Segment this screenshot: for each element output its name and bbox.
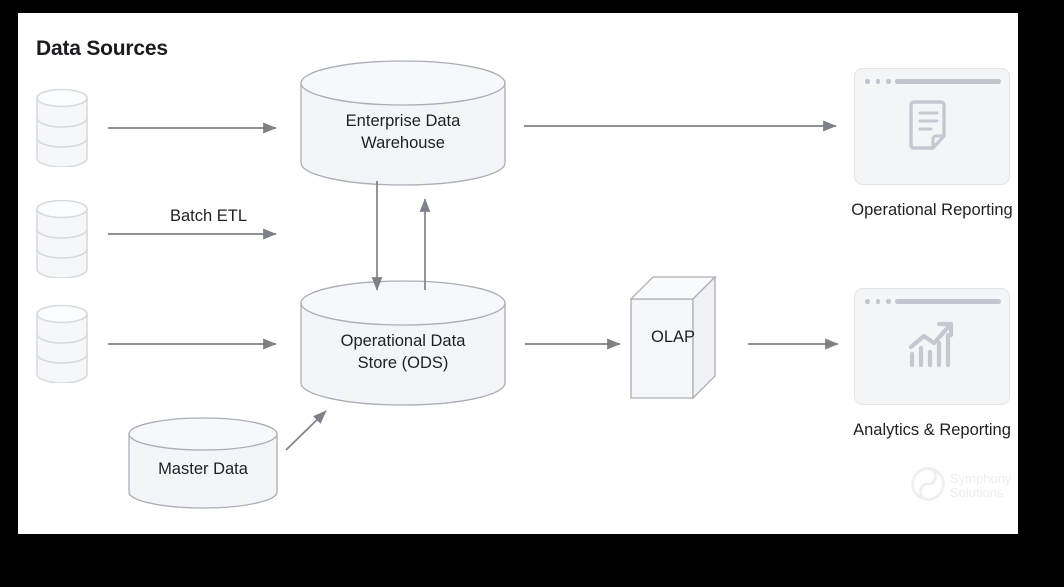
bar-chart-icon [855, 319, 1009, 371]
olap-label: OLAP [650, 328, 696, 346]
svg-text:Symphony: Symphony [950, 471, 1012, 486]
document-icon [855, 99, 1009, 153]
symphony-solutions-watermark: Symphony Solutions [910, 463, 1014, 507]
window-dots [865, 79, 891, 84]
source-database-2 [36, 200, 88, 278]
diagram-canvas: Data Sources Enterprise Data Warehouse O… [18, 13, 1018, 534]
node-olap: OLAP [630, 276, 732, 400]
window-address-bar [895, 299, 1001, 304]
arrow-masterdata-to-ods [285, 410, 327, 451]
card-operational-reporting [854, 68, 1010, 185]
screenshot-frame: Data Sources Enterprise Data Warehouse O… [0, 0, 1064, 587]
card-analytics-reporting [854, 288, 1010, 405]
node-enterprise-data-warehouse: Enterprise Data Warehouse [300, 60, 506, 186]
page-title: Data Sources [36, 37, 168, 60]
edge-label-batch-etl: Batch ETL [170, 207, 248, 225]
source-database-3 [36, 305, 88, 383]
caption-operational-reporting: Operational Reporting [851, 201, 1013, 219]
window-dots [865, 299, 891, 304]
node-operational-data-store: Operational Data Store (ODS) [300, 280, 506, 406]
source-database-1 [36, 89, 88, 167]
caption-analytics-reporting: Analytics & Reporting [853, 421, 1011, 439]
node-master-data: Master Data [128, 417, 278, 509]
svg-text:Solutions: Solutions [950, 485, 1004, 500]
window-address-bar [895, 79, 1001, 84]
